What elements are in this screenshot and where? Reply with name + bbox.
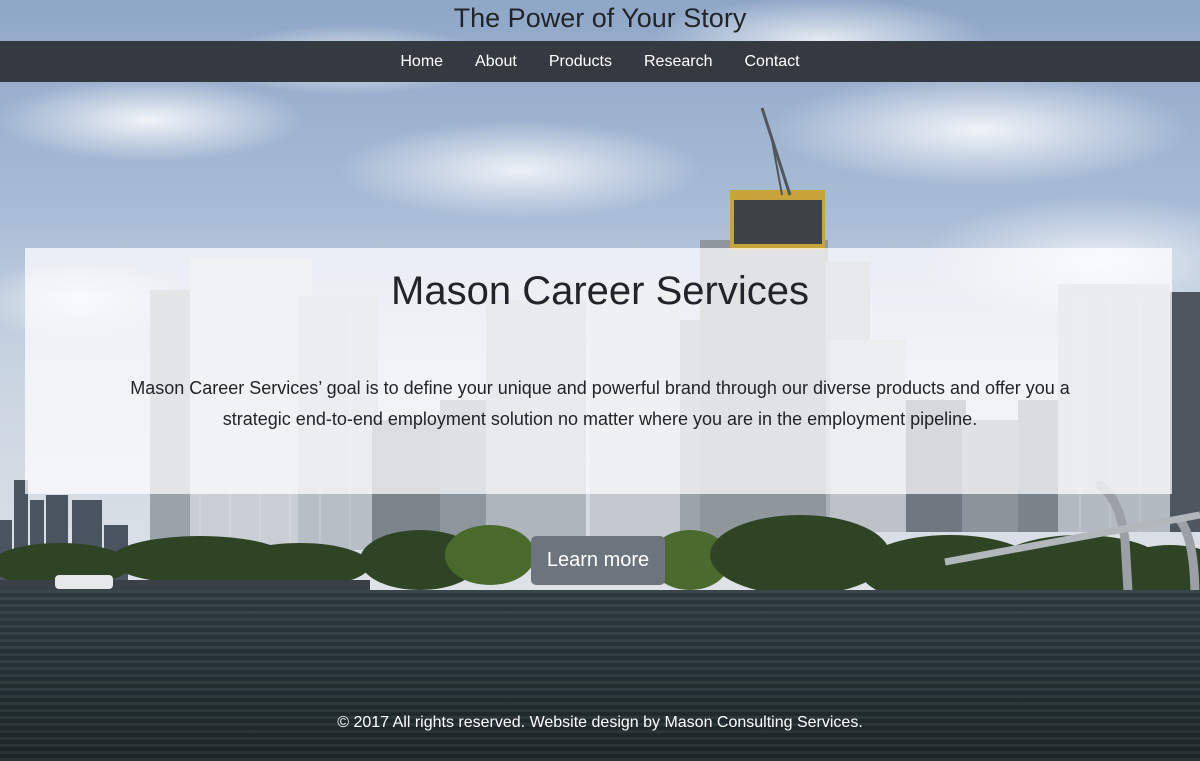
nav-link-contact[interactable]: Contact <box>728 41 815 82</box>
nav-link-products[interactable]: Products <box>533 41 628 82</box>
nav-link-about[interactable]: About <box>459 41 533 82</box>
footer-copyright: © 2017 All rights reserved. Website desi… <box>337 714 863 731</box>
site-title: The Power of Your Story <box>453 3 747 33</box>
main-navbar: Home About Products Research Contact <box>0 41 1200 82</box>
learn-more-button[interactable]: Learn more <box>531 536 665 585</box>
nav-link-research[interactable]: Research <box>628 41 728 82</box>
nav-link-home[interactable]: Home <box>384 41 459 82</box>
hero-description: Mason Career Services’ goal is to define… <box>130 378 1070 429</box>
hero-title: Mason Career Services <box>391 269 809 313</box>
